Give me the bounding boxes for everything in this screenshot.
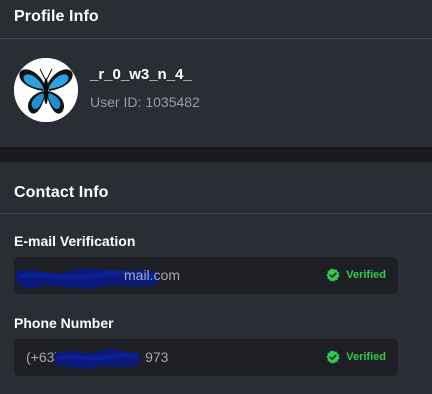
contact-info-panel: Contact Info E-mail Verification mail.co… [0, 162, 432, 394]
profile-divider [0, 38, 432, 39]
profile-info-title: Profile Info [14, 8, 99, 25]
avatar[interactable] [14, 58, 78, 122]
email-verified-badge: Verified [326, 268, 386, 282]
contact-divider [0, 213, 432, 214]
phone-suffix: 973 [145, 349, 169, 365]
username: _r_0_w3_n_4_ [90, 66, 192, 83]
email-verification-label: E-mail Verification [14, 233, 136, 249]
phone-field[interactable]: (+63) 973 Verified [14, 339, 398, 376]
phone-verified-badge: Verified [326, 350, 386, 364]
contact-info-title: Contact Info [14, 184, 109, 201]
email-verified-text: Verified [346, 269, 386, 281]
phone-verified-text: Verified [346, 351, 386, 363]
user-id-label: User ID: [90, 94, 142, 110]
user-id: User ID: 1035482 [90, 94, 200, 110]
check-badge-icon [326, 350, 340, 364]
check-badge-icon [326, 268, 340, 282]
user-id-value: 1035482 [145, 94, 200, 110]
email-field[interactable]: mail.com Verified [14, 257, 398, 294]
phone-number-label: Phone Number [14, 315, 114, 331]
profile-info-panel: Profile Info _r_0_w3_n_4_ User ID: 103548… [0, 0, 432, 147]
email-value: mail.com [124, 267, 181, 283]
redaction-scribble [55, 349, 139, 370]
butterfly-avatar-icon [14, 58, 78, 122]
